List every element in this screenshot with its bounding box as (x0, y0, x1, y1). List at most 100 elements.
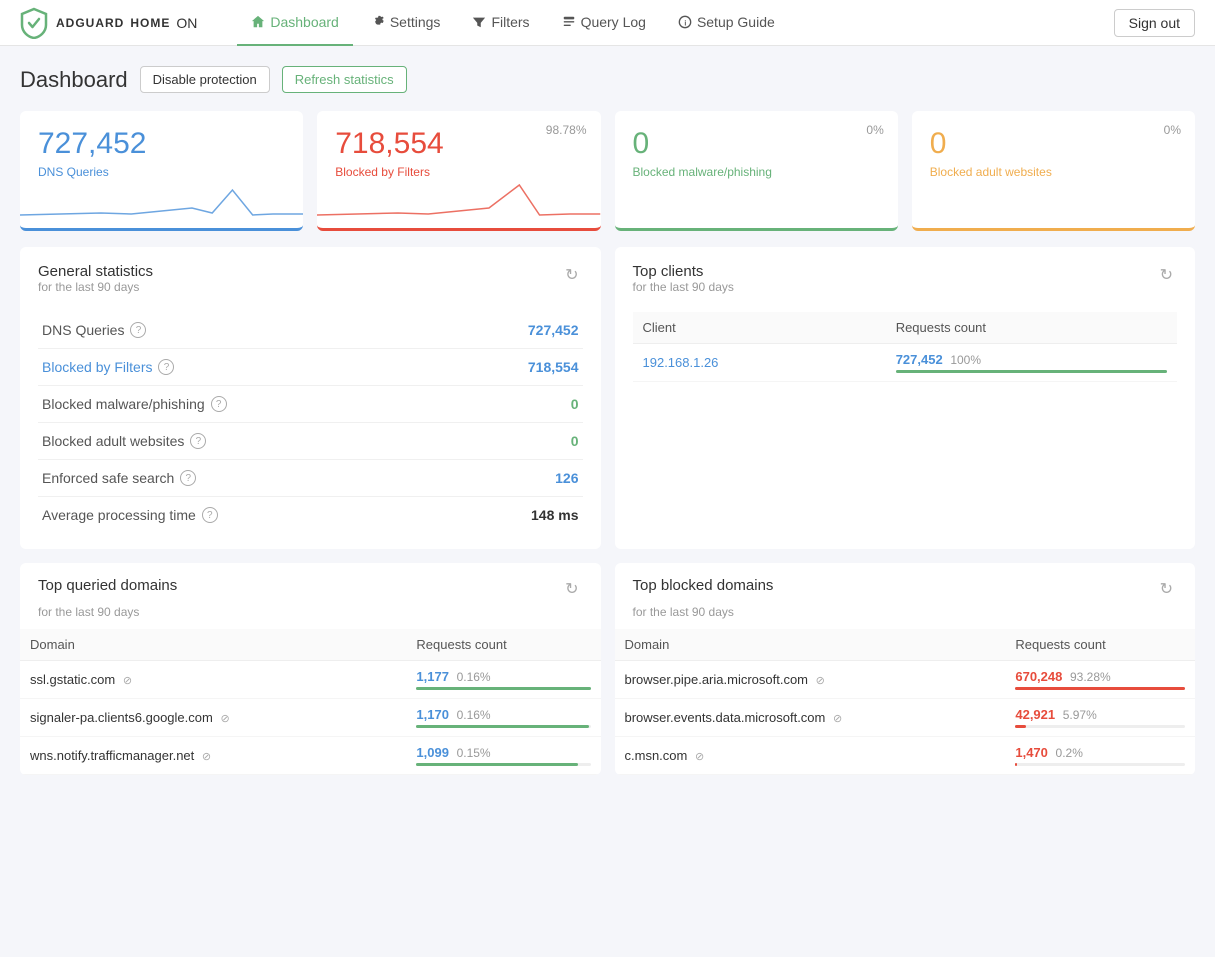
domain-percent: 0.16% (457, 708, 491, 722)
blocked-domain-progress-wrap (1015, 725, 1185, 728)
general-stats-card: General statistics for the last 90 days … (20, 247, 601, 549)
table-header-row: Client Requests count (633, 312, 1178, 344)
blocked-domain-progress-bar (1015, 725, 1025, 728)
blocked-filters-percent: 98.78% (546, 123, 587, 137)
avg-time-row-label: Average processing time? (42, 507, 451, 523)
top-blocked-card: Top blocked domains ↻ for the last 90 da… (615, 563, 1196, 775)
nav-settings[interactable]: Settings (357, 0, 455, 46)
col-domain: Domain (615, 629, 1006, 661)
nav-filters[interactable]: Filters (458, 0, 543, 46)
blocked-filters-row-value: 718,554 (528, 359, 579, 375)
top-clients-refresh-button[interactable]: ↻ (1156, 263, 1177, 287)
logo-name2: HOME (130, 16, 170, 30)
table-row: DNS Queries? 727,452 (38, 312, 583, 349)
domain-external-icon[interactable]: ⊘ (833, 713, 842, 725)
logo: ADGUARD HOME ON (20, 7, 197, 39)
dns-queries-row-label: DNS Queries? (42, 322, 451, 338)
filter-icon (472, 15, 486, 29)
nav-setup[interactable]: i Setup Guide (664, 0, 789, 46)
client-progress-bar (896, 370, 1167, 373)
main-grid: General statistics for the last 90 days … (20, 247, 1195, 549)
table-row: Blocked adult websites? 0 (38, 423, 583, 460)
top-blocked-refresh-button[interactable]: ↻ (1156, 577, 1177, 601)
blocked-domain-name: c.msn.com (625, 748, 688, 763)
top-blocked-header: Top blocked domains ↻ (615, 563, 1196, 605)
logo-icon (20, 7, 48, 39)
table-row: wns.notify.trafficmanager.net ⊘ 1,099 0.… (20, 737, 601, 775)
blocked-domain-progress-wrap (1015, 687, 1185, 690)
nav-dashboard[interactable]: Dashboard (237, 0, 353, 46)
top-queried-card: Top queried domains ↻ for the last 90 da… (20, 563, 601, 775)
blocked-filters-chart (317, 170, 600, 220)
page-title: Dashboard (20, 67, 128, 93)
col-requests: Requests count (1005, 629, 1195, 661)
blocked-domain-progress-bar (1015, 687, 1185, 690)
dns-queries-row-value: 727,452 (528, 322, 579, 338)
blocked-domain-progress-bar (1015, 763, 1017, 766)
malware-help-icon[interactable]: ? (211, 396, 227, 412)
log-icon (562, 15, 576, 29)
nav-querylog[interactable]: Query Log (548, 0, 660, 46)
col-requests: Requests count (406, 629, 600, 661)
blocked-domain-percent: 5.97% (1063, 708, 1097, 722)
domain-name: ssl.gstatic.com (30, 672, 115, 687)
table-header-row: Domain Requests count (20, 629, 601, 661)
col-requests: Requests count (886, 312, 1177, 344)
safe-search-help-icon[interactable]: ? (180, 470, 196, 486)
top-blocked-title: Top blocked domains (633, 577, 774, 594)
top-clients-header: Top clients for the last 90 days ↻ (633, 263, 1178, 308)
safe-search-row-label: Enforced safe search? (42, 470, 451, 486)
table-row: Blocked by Filters? 718,554 (38, 349, 583, 386)
table-row: c.msn.com ⊘ 1,470 0.2% (615, 737, 1196, 775)
home-icon (251, 15, 265, 29)
domain-count: 1,177 (416, 669, 449, 684)
adult-row-value: 0 (571, 433, 579, 449)
blocked-filters-row-label: Blocked by Filters? (42, 359, 451, 375)
domain-external-icon[interactable]: ⊘ (220, 713, 229, 725)
refresh-statistics-button[interactable]: Refresh statistics (282, 66, 407, 93)
table-header-row: Domain Requests count (615, 629, 1196, 661)
dns-queries-value: 727,452 (38, 127, 285, 161)
blocked-filters-link[interactable]: Blocked by Filters (42, 359, 152, 375)
malware-percent: 0% (866, 123, 883, 137)
col-domain: Domain (20, 629, 406, 661)
domain-progress-bar (416, 725, 588, 728)
col-client: Client (633, 312, 886, 344)
domain-external-icon[interactable]: ⊘ (123, 675, 132, 687)
general-stats-title: General statistics (38, 263, 153, 280)
blocked-domain-count: 42,921 (1015, 707, 1055, 722)
top-queried-refresh-button[interactable]: ↻ (561, 577, 582, 601)
domain-progress-bar (416, 687, 590, 690)
adult-help-icon[interactable]: ? (190, 433, 206, 449)
top-queried-subtitle: for the last 90 days (20, 605, 601, 629)
malware-value: 0 (633, 127, 880, 161)
gear-icon (371, 15, 385, 29)
table-row: signaler-pa.clients6.google.com ⊘ 1,170 … (20, 699, 601, 737)
info-icon: i (678, 15, 692, 29)
top-queried-table: Domain Requests count ssl.gstatic.com ⊘ … (20, 629, 601, 775)
top-clients-card: Top clients for the last 90 days ↻ Clien… (615, 247, 1196, 549)
malware-row-label: Blocked malware/phishing? (42, 396, 451, 412)
blocked-filters-help-icon[interactable]: ? (158, 359, 174, 375)
general-stats-refresh-button[interactable]: ↻ (561, 263, 582, 287)
top-blocked-subtitle: for the last 90 days (615, 605, 1196, 629)
domain-progress-wrap (416, 725, 590, 728)
table-row: Average processing time? 148 ms (38, 497, 583, 534)
domain-progress-wrap (416, 763, 590, 766)
domain-external-icon[interactable]: ⊘ (816, 675, 825, 687)
logo-name: ADGUARD (56, 16, 124, 30)
sign-out-button[interactable]: Sign out (1114, 9, 1195, 37)
adult-value: 0 (930, 127, 1177, 161)
dns-queries-help-icon[interactable]: ? (130, 322, 146, 338)
table-row: Enforced safe search? 126 (38, 460, 583, 497)
domain-external-icon[interactable]: ⊘ (202, 751, 211, 763)
table-row: ssl.gstatic.com ⊘ 1,177 0.16% (20, 661, 601, 699)
top-queried-header: Top queried domains ↻ (20, 563, 601, 605)
domain-count: 1,170 (416, 707, 449, 722)
disable-protection-button[interactable]: Disable protection (140, 66, 270, 93)
domain-name: wns.notify.trafficmanager.net (30, 748, 194, 763)
domain-count: 1,099 (416, 745, 449, 760)
client-link[interactable]: 192.168.1.26 (643, 355, 719, 370)
avg-time-help-icon[interactable]: ? (202, 507, 218, 523)
domain-external-icon[interactable]: ⊘ (695, 751, 704, 763)
